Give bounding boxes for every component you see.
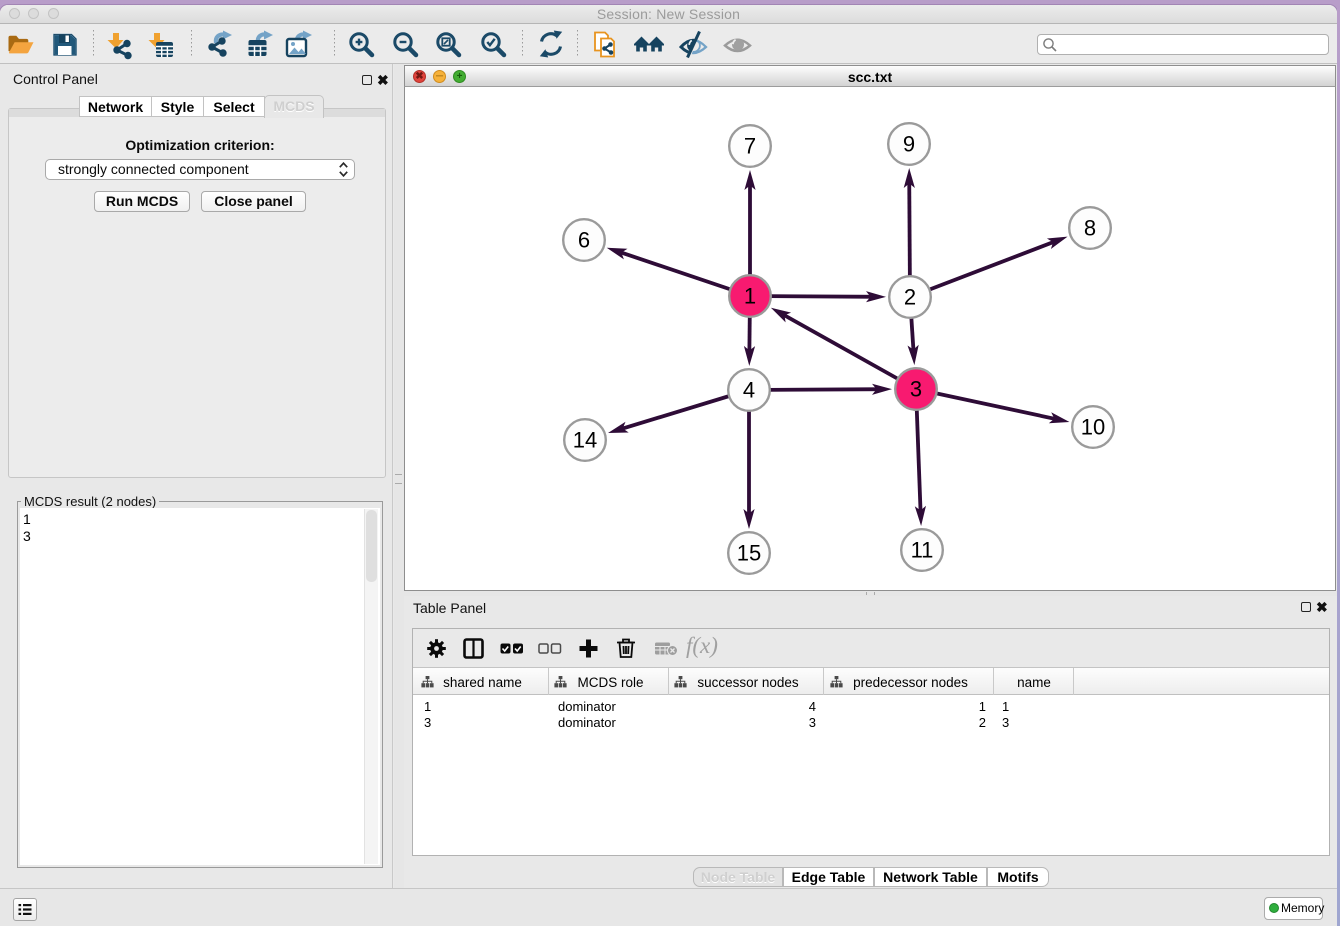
svg-text:3: 3 xyxy=(910,377,922,402)
svg-text:7: 7 xyxy=(744,134,756,159)
svg-text:4: 4 xyxy=(743,378,755,403)
svg-text:9: 9 xyxy=(903,132,915,157)
svg-text:11: 11 xyxy=(911,538,934,563)
svg-text:1: 1 xyxy=(744,284,756,309)
svg-text:8: 8 xyxy=(1084,216,1096,241)
svg-text:14: 14 xyxy=(573,428,597,453)
svg-text:6: 6 xyxy=(578,228,590,253)
svg-text:2: 2 xyxy=(904,285,916,310)
svg-text:15: 15 xyxy=(737,541,761,566)
svg-text:10: 10 xyxy=(1081,415,1105,440)
